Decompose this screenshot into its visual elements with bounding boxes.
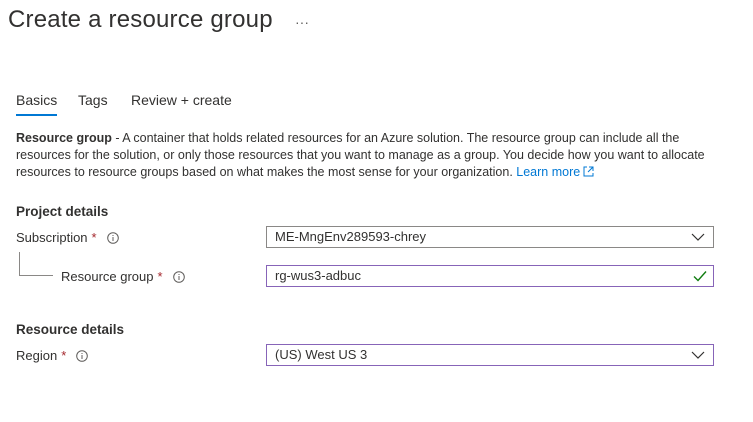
description: Resource group - A container that holds … (16, 130, 731, 181)
resource-details-heading: Resource details (16, 322, 125, 337)
subscription-dropdown[interactable]: ME-MngEnv289593-chrey (266, 226, 714, 248)
tab-tags[interactable]: Tags (78, 92, 108, 108)
more-options-button[interactable]: ··· (295, 14, 309, 30)
subscription-label: Subscription * (16, 230, 119, 245)
resource-group-input[interactable]: rg-wus3-adbuc (266, 265, 714, 287)
checkmark-icon (693, 271, 707, 282)
description-bold: Resource group (16, 131, 112, 145)
resource-group-label: Resource group * (61, 269, 185, 284)
tree-connector (19, 252, 53, 276)
info-icon[interactable] (76, 349, 89, 362)
required-asterisk: * (91, 230, 97, 245)
region-value: (US) West US 3 (275, 347, 368, 362)
required-asterisk: * (61, 348, 67, 363)
learn-more-link[interactable]: Learn more (516, 165, 594, 179)
tab-review-create[interactable]: Review + create (131, 92, 232, 108)
region-label: Region * (16, 348, 89, 363)
resource-group-label-text: Resource group (61, 269, 154, 284)
description-text: - A container that holds related resourc… (16, 131, 705, 179)
info-icon[interactable] (106, 231, 119, 244)
resource-group-value: rg-wus3-adbuc (275, 268, 361, 283)
required-asterisk: * (157, 269, 163, 284)
info-icon[interactable] (172, 270, 185, 283)
external-link-icon (583, 166, 594, 177)
chevron-down-icon (691, 351, 705, 359)
project-details-heading: Project details (16, 204, 109, 219)
subscription-label-text: Subscription (16, 230, 88, 245)
page-title: Create a resource group (8, 6, 273, 33)
region-label-text: Region (16, 348, 58, 363)
tab-basics[interactable]: Basics (16, 92, 58, 116)
subscription-value: ME-MngEnv289593-chrey (275, 229, 427, 244)
chevron-down-icon (691, 233, 705, 241)
learn-more-label: Learn more (516, 165, 581, 179)
region-dropdown[interactable]: (US) West US 3 (266, 344, 714, 366)
